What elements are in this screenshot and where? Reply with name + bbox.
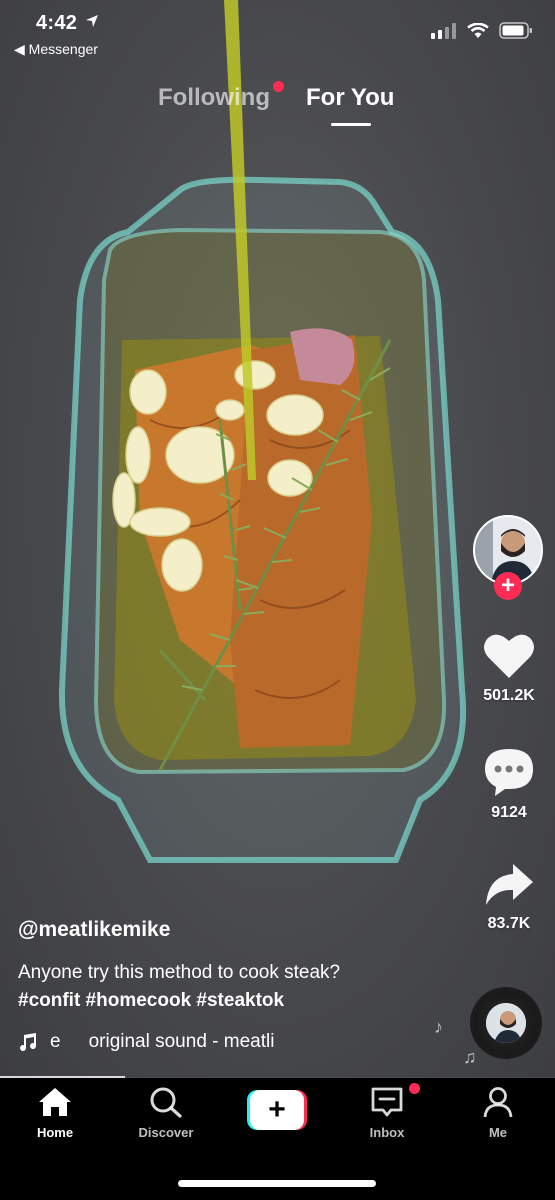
location-arrow-icon: [86, 15, 99, 27]
creator-username[interactable]: @meatlikemike: [18, 918, 448, 942]
share-button[interactable]: 83.7K: [464, 862, 554, 933]
nav-me[interactable]: Me: [453, 1086, 543, 1140]
comment-icon: [485, 749, 533, 796]
profile-icon: [483, 1087, 513, 1118]
battery-icon: [499, 22, 532, 39]
like-count: 501.2K: [483, 687, 535, 704]
like-button[interactable]: 501.2K: [464, 632, 554, 705]
nav-home[interactable]: Home: [10, 1086, 100, 1140]
back-to-app-link[interactable]: ◀ Messenger: [14, 41, 98, 58]
sound-disc-button[interactable]: [470, 987, 542, 1059]
tab-following[interactable]: Following: [158, 84, 270, 112]
sound-title: original sound - meatli: [88, 1031, 275, 1052]
back-app-label: Messenger: [28, 41, 98, 57]
sound-disc-avatar: [486, 1003, 526, 1043]
back-caret-icon: ◀: [14, 41, 25, 57]
follow-plus-button[interactable]: +: [494, 572, 522, 600]
caption-hashtags[interactable]: #confit #homecook #steaktok: [18, 988, 448, 1014]
search-icon: [150, 1087, 182, 1118]
nav-inbox-label: Inbox: [369, 1125, 405, 1140]
sound-row[interactable]: e original sound - meatli: [18, 1031, 274, 1053]
sound-prefix: e: [50, 1031, 61, 1052]
nav-discover[interactable]: Discover: [121, 1086, 211, 1140]
share-arrow-icon: [486, 864, 533, 905]
floating-note-icon: ♪: [434, 1017, 443, 1037]
inbox-notification-dot: [409, 1083, 420, 1094]
home-icon: [39, 1088, 71, 1116]
share-count: 83.7K: [487, 915, 531, 932]
wifi-icon: [467, 22, 489, 38]
sound-cover-image: [486, 1003, 526, 1043]
inbox-icon: [371, 1087, 403, 1117]
floating-note-icon: ♫: [463, 1047, 477, 1067]
nav-home-label: Home: [36, 1125, 74, 1140]
following-notification-dot: [273, 81, 284, 92]
status-icons: [431, 22, 533, 39]
active-tab-indicator: [331, 123, 371, 126]
create-video-button[interactable]: +: [247, 1090, 307, 1130]
nav-discover-label: Discover: [138, 1125, 194, 1140]
creator-avatar-button[interactable]: +: [473, 515, 545, 600]
status-bar: 4:42 ◀ Messenger: [0, 0, 555, 60]
comment-button[interactable]: 9124: [464, 747, 554, 822]
nav-inbox[interactable]: Inbox: [342, 1086, 432, 1140]
clock: 4:42: [36, 12, 99, 35]
comment-count: 9124: [491, 804, 527, 821]
music-note-icon: [20, 1033, 37, 1052]
video-caption: @meatlikemike Anyone try this method to …: [18, 918, 448, 1014]
heart-icon: [484, 634, 534, 678]
home-indicator[interactable]: [178, 1180, 376, 1187]
nav-me-label: Me: [488, 1125, 508, 1140]
signal-icon: [431, 22, 456, 39]
plus-icon: +: [250, 1090, 304, 1130]
caption-text: Anyone try this method to cook steak?: [18, 962, 341, 983]
tab-for-you[interactable]: For You: [306, 84, 394, 112]
